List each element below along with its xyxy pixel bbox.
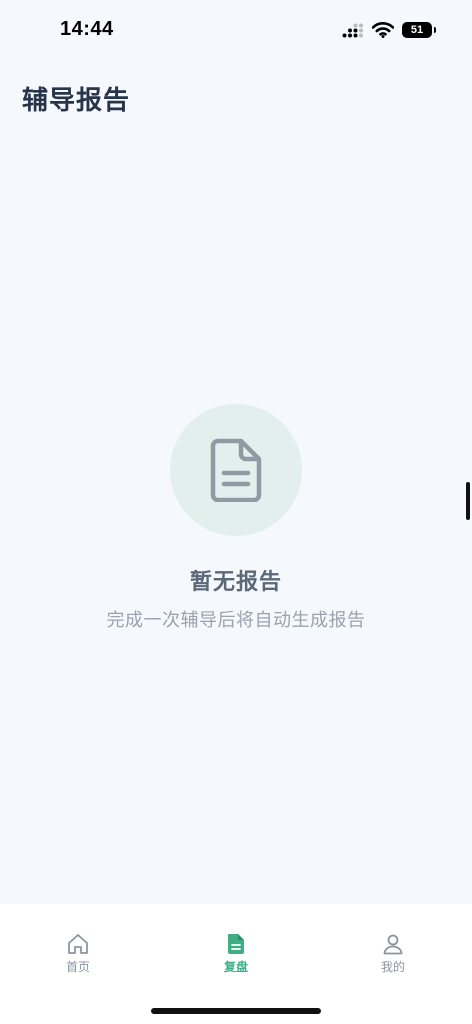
tab-mine-label: 我的 xyxy=(380,960,405,974)
status-bar: 14:44 51 xyxy=(0,0,472,64)
battery-level: 51 xyxy=(410,24,424,36)
home-icon xyxy=(68,934,88,954)
document-icon xyxy=(210,438,262,502)
tab-review[interactable]: 复盘 xyxy=(196,932,276,975)
scroll-handle[interactable] xyxy=(466,482,470,520)
empty-state: 暂无报告 完成一次辅导后将自动生成报告 xyxy=(0,404,472,632)
empty-state-subtitle: 完成一次辅导后将自动生成报告 xyxy=(106,610,366,631)
tab-review-label: 复盘 xyxy=(223,960,248,974)
status-time: 14:44 xyxy=(60,18,114,40)
empty-state-title: 暂无报告 xyxy=(189,570,282,595)
wifi-icon xyxy=(372,22,394,38)
home-indicator xyxy=(151,1008,321,1014)
battery-icon: 51 xyxy=(402,22,436,38)
person-icon xyxy=(383,934,403,955)
tab-home-label: 首页 xyxy=(65,960,90,974)
status-icons: 51 xyxy=(342,22,436,38)
document-icon xyxy=(228,934,244,954)
tab-home[interactable]: 首页 xyxy=(38,932,118,975)
tab-mine[interactable]: 我的 xyxy=(353,932,433,975)
signal-icon xyxy=(342,23,363,37)
tab-bar: 首页 复盘 我的 xyxy=(0,904,472,1024)
page-title: 辅导报告 xyxy=(22,86,131,116)
empty-icon-circle xyxy=(170,404,302,536)
